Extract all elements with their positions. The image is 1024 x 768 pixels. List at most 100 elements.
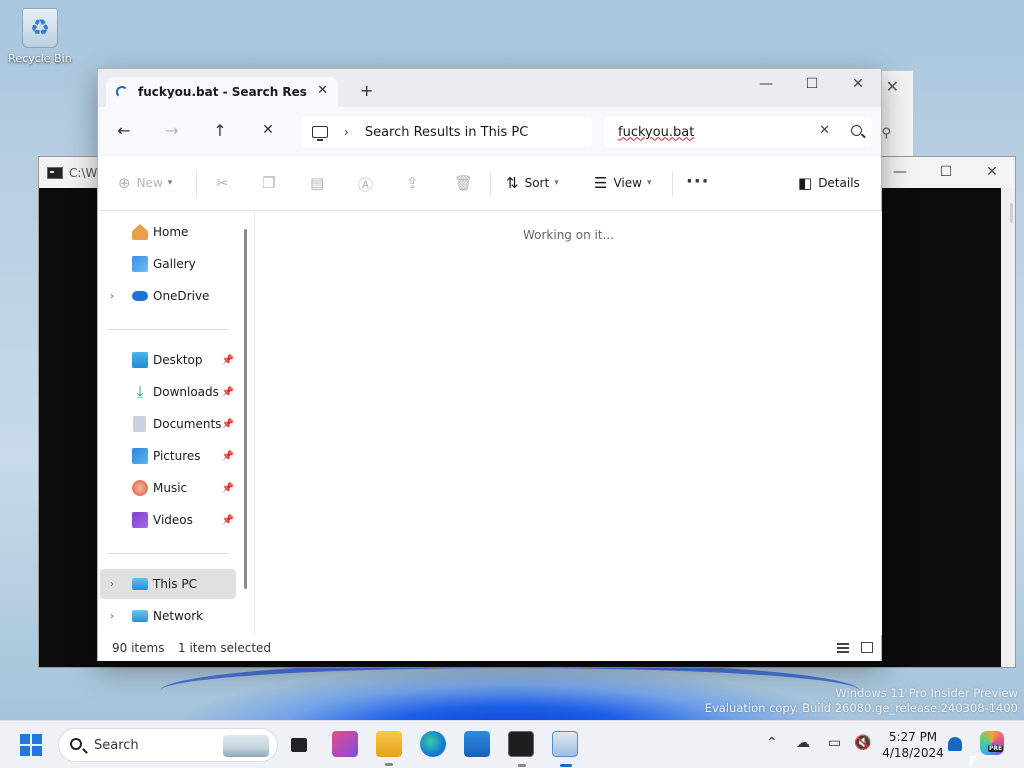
desktop-icon-recycle-bin[interactable]: Recycle Bin	[6, 8, 74, 65]
pin-icon[interactable]: 📌	[222, 451, 234, 462]
taskbar-app-widgets[interactable]	[332, 731, 358, 757]
divider	[672, 171, 673, 197]
sidebar-item-music[interactable]: Music 📌	[100, 473, 236, 503]
gallery-icon	[132, 256, 148, 272]
view-button[interactable]: ☰ View ▾	[594, 174, 651, 192]
divider	[196, 171, 197, 197]
tab-search-results[interactable]: fuckyou.bat - Search Results in ✕	[106, 77, 338, 107]
forward-icon[interactable]: →	[160, 121, 184, 140]
delete-button[interactable]: 🗑	[454, 174, 479, 192]
sidebar-item-this-pc[interactable]: › This PC	[100, 569, 236, 599]
home-icon	[132, 224, 148, 240]
chevron-right-icon[interactable]: ›	[110, 611, 114, 622]
search-input[interactable]: fuckyou.bat ✕	[604, 117, 872, 147]
onedrive-offline-icon[interactable]: ☁	[796, 735, 810, 751]
cut-button[interactable]: ✂	[216, 174, 235, 192]
chevron-down-icon: ▾	[554, 178, 559, 188]
pin-icon[interactable]: 📌	[222, 419, 234, 430]
nav-pane-scrollbar[interactable]	[244, 229, 247, 589]
tiles-view-icon[interactable]	[861, 642, 873, 653]
start-button[interactable]	[20, 734, 42, 756]
sidebar-item-desktop[interactable]: Desktop 📌	[100, 345, 236, 375]
volume-muted-icon[interactable]: 🔇	[854, 735, 871, 751]
taskbar-search[interactable]: Search	[58, 728, 278, 762]
pin-icon[interactable]: 📌	[222, 355, 234, 366]
search-icon[interactable]: ⚲	[881, 126, 891, 141]
address-location[interactable]: Search Results in This PC	[365, 125, 528, 140]
sidebar-item-pictures[interactable]: Pictures 📌	[100, 441, 236, 471]
display-icon[interactable]: ▭	[828, 735, 841, 751]
task-view-button[interactable]	[286, 731, 312, 757]
cmd-scroll-thumb[interactable]	[1010, 203, 1013, 223]
search-icon[interactable]	[851, 125, 862, 136]
close-tab-icon[interactable]: ✕	[317, 83, 328, 98]
recycle-bin-label: Recycle Bin	[8, 52, 72, 65]
explorer-titlebar[interactable]: fuckyou.bat - Search Results in ✕ + — ☐ …	[98, 69, 881, 107]
close-icon[interactable]: ✕	[969, 157, 1015, 188]
loading-spinner-icon	[116, 86, 128, 98]
network-icon	[132, 610, 148, 622]
maximize-icon[interactable]: ☐	[923, 157, 969, 188]
watermark-edition: Windows 11 Pro Insider Preview	[835, 686, 1018, 700]
pin-icon[interactable]: 📌	[222, 515, 234, 526]
chevron-up-icon[interactable]: ⌃	[766, 735, 778, 751]
details-button[interactable]: ◧ Details	[798, 174, 860, 192]
details-view-icon[interactable]	[837, 643, 849, 653]
sidebar-item-home[interactable]: Home	[100, 217, 236, 247]
sidebar-item-videos[interactable]: Videos 📌	[100, 505, 236, 535]
pin-icon[interactable]: 📌	[222, 483, 234, 494]
paste-button[interactable]: ▤	[310, 174, 330, 192]
details-label: Details	[818, 176, 860, 190]
maximize-icon[interactable]: ☐	[789, 69, 835, 99]
clock[interactable]: 5:27 PM 4/18/2024	[878, 729, 948, 761]
sidebar-item-network[interactable]: › Network	[100, 601, 236, 631]
scissors-icon: ✂	[216, 174, 229, 192]
minimize-icon[interactable]: —	[743, 69, 789, 99]
new-tab-icon[interactable]: +	[360, 81, 373, 100]
new-button[interactable]: ⊕ New ▾	[118, 174, 172, 192]
share-button[interactable]: ⇪	[406, 174, 425, 192]
file-explorer-window[interactable]: fuckyou.bat - Search Results in ✕ + — ☐ …	[97, 68, 882, 661]
cloud-icon	[132, 291, 148, 301]
more-options-icon[interactable]: ···	[686, 171, 710, 192]
notification-bell-icon[interactable]	[948, 737, 962, 751]
chevron-right-icon[interactable]: ›	[110, 291, 114, 302]
task-view-icon	[291, 738, 307, 752]
file-list-area[interactable]: Working on it...	[255, 211, 882, 635]
sidebar-item-label: Downloads	[153, 385, 219, 399]
download-icon: ⤓	[136, 382, 144, 401]
chevron-right-icon[interactable]: ›	[110, 579, 114, 590]
sidebar-item-label: Home	[153, 225, 189, 239]
address-bar[interactable]: › Search Results in This PC	[302, 117, 592, 147]
taskbar-app-command-prompt[interactable]	[508, 731, 534, 767]
clear-search-icon[interactable]: ✕	[819, 123, 830, 138]
divider	[108, 553, 228, 554]
chevron-right-icon[interactable]: ›	[344, 125, 349, 139]
taskbar-app-store[interactable]	[464, 731, 490, 757]
cmd-scrollbar[interactable]	[1001, 188, 1015, 667]
clock-time: 5:27 PM	[888, 730, 938, 744]
sidebar-item-documents[interactable]: Documents 📌	[100, 409, 236, 439]
taskbar-app-explorer-search[interactable]	[552, 731, 578, 767]
taskbar-app-file-explorer[interactable]	[376, 731, 402, 766]
sidebar-item-downloads[interactable]: ⤓ Downloads 📌	[100, 377, 236, 407]
windows-logo-icon	[20, 734, 30, 744]
close-icon[interactable]: ✕	[835, 69, 881, 99]
up-icon[interactable]: ↑	[208, 121, 232, 140]
sidebar-item-onedrive[interactable]: › OneDrive	[100, 281, 236, 311]
close-icon[interactable]: ✕	[886, 77, 899, 96]
search-query[interactable]: fuckyou.bat	[618, 125, 694, 140]
copilot-icon[interactable]	[980, 731, 1004, 755]
new-label: New	[136, 176, 163, 190]
rename-button[interactable]: Ⓐ	[358, 174, 379, 195]
stop-icon[interactable]: ✕	[256, 122, 280, 138]
back-icon[interactable]: ←	[112, 121, 136, 140]
sidebar-item-label: Pictures	[153, 449, 201, 463]
copy-button[interactable]: ❐	[262, 174, 281, 192]
sidebar-item-gallery[interactable]: Gallery	[100, 249, 236, 279]
sort-button[interactable]: ⇅ Sort ▾	[506, 174, 559, 192]
taskbar-app-edge[interactable]	[420, 731, 446, 757]
minimize-icon[interactable]: —	[877, 157, 923, 188]
pin-icon[interactable]: 📌	[222, 387, 234, 398]
search-highlight-icon	[223, 735, 269, 757]
